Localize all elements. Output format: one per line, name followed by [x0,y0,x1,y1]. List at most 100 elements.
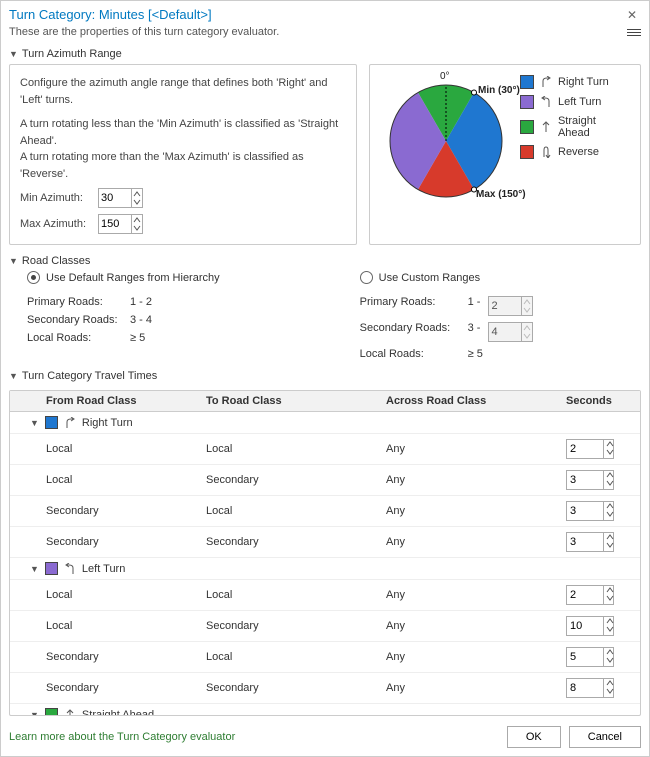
learn-more-link[interactable]: Learn more about the Turn Category evalu… [9,731,235,743]
custom-primary-stepper [488,296,533,316]
chevron-down-icon: ▼ [30,418,39,428]
seconds-input[interactable] [567,586,603,604]
stepper-arrows[interactable] [131,215,142,233]
seconds-input[interactable] [567,533,603,551]
primary-roads-value: 1 - 2 [130,296,152,308]
stepper-arrows[interactable] [603,502,616,520]
cell-to: Secondary [200,470,380,490]
legend-straight: Straight Ahead [558,115,630,139]
section-travel-times-header[interactable]: ▼ Turn Category Travel Times [9,370,641,382]
seconds-input[interactable] [567,679,603,697]
section-road-classes-header[interactable]: ▼ Road Classes [9,255,641,267]
table-row: LocalSecondaryAny [10,611,640,642]
cell-to: Local [200,501,380,521]
ok-button[interactable]: OK [507,726,561,748]
menu-icon[interactable] [625,29,641,36]
seconds-input[interactable] [567,648,603,666]
table-group-row[interactable]: ▼Right Turn [10,412,640,434]
stepper-arrows[interactable] [603,586,616,604]
custom-secondary-stepper [488,322,533,342]
local-roads-label: Local Roads: [27,332,122,344]
col-across: Across Road Class [380,391,560,411]
stepper-arrows[interactable] [603,471,616,489]
cell-from: Secondary [10,532,200,552]
chevron-down-icon: ▼ [9,256,18,266]
min-azimuth-stepper[interactable] [98,188,143,208]
cell-from: Secondary [10,501,200,521]
seconds-stepper[interactable] [566,585,614,605]
table-row: SecondarySecondaryAny [10,527,640,558]
straight-turn-icon [64,709,76,716]
stepper-arrows[interactable] [603,679,616,697]
cell-across: Any [380,647,560,667]
pie-zero-label: 0° [440,71,450,82]
stepper-arrows[interactable] [603,617,616,635]
cell-to: Local [200,647,380,667]
min-azimuth-label: Min Azimuth: [20,190,92,207]
table-row: LocalSecondaryAny [10,465,640,496]
min-azimuth-input[interactable] [99,190,131,206]
table-group-row[interactable]: ▼Left Turn [10,558,640,580]
seconds-input[interactable] [567,440,603,458]
cell-to: Local [200,585,380,605]
seconds-input[interactable] [567,502,603,520]
legend-left: Left Turn [558,96,601,108]
seconds-stepper[interactable] [566,616,614,636]
close-icon[interactable]: ✕ [623,8,641,22]
section-travel-times-title: Turn Category Travel Times [22,370,157,382]
group-label: Left Turn [82,563,125,575]
table-group-row[interactable]: ▼ Straight Ahead [10,704,640,715]
stepper-arrows[interactable] [603,440,616,458]
cancel-button[interactable]: Cancel [569,726,641,748]
cell-from: Local [10,439,200,459]
azimuth-desc-2: A turn rotating less than the 'Min Azimu… [20,116,346,149]
radio-default-ranges[interactable]: Use Default Ranges from Hierarchy [27,271,220,284]
left-turn-icon [64,563,76,575]
table-row: LocalLocalAny [10,580,640,611]
section-azimuth-header[interactable]: ▼ Turn Azimuth Range [9,48,641,60]
seconds-stepper[interactable] [566,439,614,459]
radio-custom-ranges[interactable]: Use Custom Ranges [360,271,534,284]
stepper-arrows[interactable] [603,533,616,551]
secondary-roads-label-c: Secondary Roads: [360,322,460,342]
seconds-stepper[interactable] [566,501,614,521]
seconds-input[interactable] [567,471,603,489]
group-swatch [45,416,58,429]
section-road-classes-title: Road Classes [22,255,90,267]
chevron-down-icon: ▼ [9,371,18,381]
max-azimuth-stepper[interactable] [98,214,143,234]
col-to: To Road Class [200,391,380,411]
max-azimuth-input[interactable] [99,216,131,232]
azimuth-config-box: Configure the azimuth angle range that d… [9,64,357,245]
seconds-stepper[interactable] [566,678,614,698]
azimuth-legend: Right Turn Left Turn Straight Ahead Reve… [520,75,630,234]
cell-across: Any [380,501,560,521]
window-title: Turn Category: Minutes [<Default>] [9,7,212,22]
cell-across: Any [380,470,560,490]
table-row: SecondaryLocalAny [10,642,640,673]
seconds-input[interactable] [567,617,603,635]
stepper-arrows[interactable] [603,648,616,666]
cell-to: Secondary [200,678,380,698]
stepper-arrows[interactable] [131,189,142,207]
secondary-roads-value: 3 - 4 [130,314,152,326]
chevron-down-icon: ▼ [30,710,39,716]
cell-to: Secondary [200,532,380,552]
group-label: Straight Ahead [82,709,154,716]
custom-secondary-prefix: 3 - [468,322,481,342]
seconds-stepper[interactable] [566,647,614,667]
default-ranges-label: Use Default Ranges from Hierarchy [46,272,220,284]
right-turn-icon [540,76,552,88]
reverse-icon [540,146,552,158]
cell-from: Local [10,585,200,605]
cell-across: Any [380,616,560,636]
azimuth-desc-3: A turn rotating more than the 'Max Azimu… [20,149,346,182]
seconds-stepper[interactable] [566,470,614,490]
left-turn-icon [540,96,552,108]
custom-local-value: ≥ 5 [468,348,483,360]
seconds-stepper[interactable] [566,532,614,552]
cell-across: Any [380,439,560,459]
legend-right: Right Turn [558,76,609,88]
table-row: SecondarySecondaryAny [10,673,640,704]
legend-swatch-right [520,75,534,89]
